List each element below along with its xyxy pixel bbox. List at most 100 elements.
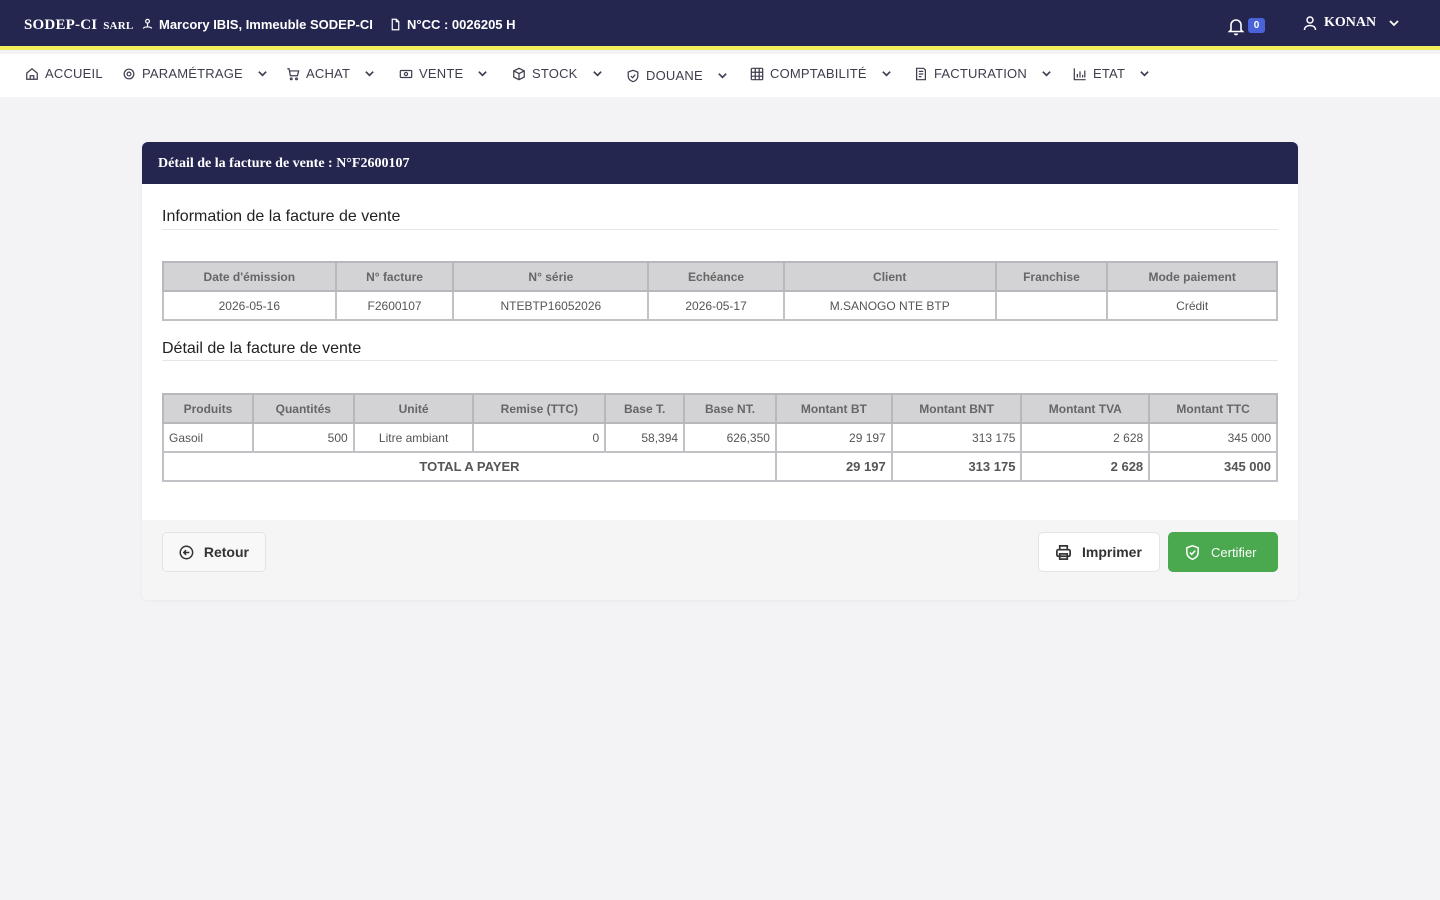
nav-label: PARAMÉTRAGE xyxy=(142,66,243,81)
brand-name: SODEP-CI xyxy=(24,17,98,33)
table-cell: 500 xyxy=(251,422,355,453)
invoice-detail-table: Produits Quantités Unité Remise (TTC) Ba… xyxy=(162,393,1278,482)
location-icon xyxy=(142,18,153,29)
column-header: Remise (TTC) xyxy=(472,393,607,424)
invoice-icon xyxy=(916,67,926,80)
company-address: Marcory IBIS, Immeuble SODEP-CI xyxy=(141,17,373,32)
chevron-down-icon xyxy=(1389,20,1399,27)
total-cell: 29 197 xyxy=(774,451,893,482)
table-cell: F2600107 xyxy=(334,290,455,321)
nav-item-stock[interactable]: STOCK xyxy=(512,66,603,81)
grid-icon xyxy=(750,67,764,80)
table-header-row: Date d'émission N° facture N° série Eché… xyxy=(162,261,1278,292)
chevron-down-icon xyxy=(365,71,374,77)
certify-button-label: Certifier xyxy=(1211,544,1257,560)
invoice-detail-card: Détail de la facture de vente : N°F26001… xyxy=(142,142,1298,600)
printer-icon xyxy=(1056,544,1071,560)
divider xyxy=(162,229,1278,230)
table-cell: 2 628 xyxy=(1020,422,1151,453)
table-cell: 0 xyxy=(472,422,607,453)
column-header: Montant TVA xyxy=(1020,393,1151,424)
detail-section-title: Détail de la facture de vente xyxy=(162,340,362,357)
table-header-row: Produits Quantités Unité Remise (TTC) Ba… xyxy=(162,393,1278,424)
nav-label: COMPTABILITÉ xyxy=(770,66,867,81)
print-button[interactable]: Imprimer xyxy=(1038,532,1160,572)
chart-icon xyxy=(1073,67,1086,80)
home-icon xyxy=(26,67,38,80)
column-header: N° facture xyxy=(334,261,455,292)
column-header: Date d'émission xyxy=(162,261,337,292)
nav-label: STOCK xyxy=(532,66,578,81)
table-cell: M.SANOGO NTE BTP xyxy=(782,290,997,321)
chevron-down-icon xyxy=(258,71,267,77)
user-menu[interactable]: KONAN xyxy=(1302,15,1400,31)
column-header: Client xyxy=(782,261,997,292)
nav-label: VENTE xyxy=(419,66,464,81)
table-cell: 345 000 xyxy=(1148,422,1278,453)
company-ncc: N°CC : 0026205 H xyxy=(389,17,516,32)
box-icon xyxy=(513,67,525,80)
nav-item-achat[interactable]: ACHAT xyxy=(286,66,375,81)
gear-icon xyxy=(123,68,135,79)
column-header: Franchise xyxy=(994,261,1109,292)
nav-item-comptabilite[interactable]: COMPTABILITÉ xyxy=(750,66,892,81)
chevron-down-icon xyxy=(882,71,891,77)
nav-label: ETAT xyxy=(1093,66,1126,81)
print-button-label: Imprimer xyxy=(1082,544,1142,560)
money-icon xyxy=(399,69,413,78)
table-cell: Gasoil xyxy=(162,422,254,453)
invoice-info-table: Date d'émission N° facture N° série Eché… xyxy=(162,261,1278,321)
column-header: Base T. xyxy=(604,393,686,424)
brand-logo: SODEP-CI SARL xyxy=(24,17,133,34)
nav-item-parametrage[interactable]: PARAMÉTRAGE xyxy=(122,66,268,81)
column-header: Montant TTC xyxy=(1148,393,1278,424)
notification-badge: 0 xyxy=(1248,18,1265,33)
table-row: 2026-05-16 F2600107 NTEBTP16052026 2026-… xyxy=(162,290,1278,321)
table-row: Gasoil 500 Litre ambiant 0 58,394 626,35… xyxy=(162,422,1278,453)
nav-label: DOUANE xyxy=(646,68,703,83)
shield-check-icon xyxy=(1186,544,1199,560)
table-cell: Crédit xyxy=(1106,290,1278,321)
bell-icon[interactable] xyxy=(1226,16,1246,36)
column-header: Mode paiement xyxy=(1106,261,1278,292)
nav-label: FACTURATION xyxy=(934,66,1027,81)
back-button-label: Retour xyxy=(203,544,249,560)
table-cell: NTEBTP16052026 xyxy=(452,290,650,321)
nav-item-douane[interactable]: DOUANE xyxy=(626,68,728,83)
card-footer: Retour Imprimer Certifier xyxy=(142,520,1298,600)
total-cell: 313 175 xyxy=(890,451,1023,482)
table-cell: 313 175 xyxy=(890,422,1023,453)
table-cell: 58,394 xyxy=(604,422,686,453)
nav-item-accueil[interactable]: ACCUEIL xyxy=(25,66,103,81)
chevron-down-icon xyxy=(718,73,727,79)
column-header: Montant BNT xyxy=(890,393,1023,424)
total-cell: 2 628 xyxy=(1020,451,1151,482)
column-header: Unité xyxy=(352,393,475,424)
nav-item-facturation[interactable]: FACTURATION xyxy=(914,66,1052,81)
chevron-down-icon xyxy=(478,71,488,77)
column-header: Montant BT xyxy=(774,393,893,424)
column-header: Produits xyxy=(162,393,254,424)
column-header: Echéance xyxy=(647,261,785,292)
ncc-text: N°CC : 0026205 H xyxy=(407,17,516,32)
nav-label: ACHAT xyxy=(306,66,351,81)
document-icon xyxy=(391,18,400,31)
back-button[interactable]: Retour xyxy=(162,532,266,572)
brand-suffix: SARL xyxy=(103,20,134,32)
column-header: Quantités xyxy=(251,393,355,424)
back-arrow-icon xyxy=(179,545,194,559)
nav-label: ACCUEIL xyxy=(45,66,103,81)
shield-icon xyxy=(627,69,639,82)
user-icon xyxy=(1303,16,1317,31)
table-cell xyxy=(994,290,1109,321)
total-label: TOTAL A PAYER xyxy=(162,451,777,482)
main-nav: ACCUEIL PARAMÉTRAGE ACHAT VENTE STOCK DO… xyxy=(0,54,1440,97)
certify-button[interactable]: Certifier xyxy=(1168,532,1278,572)
nav-item-etat[interactable]: ETAT xyxy=(1073,66,1150,81)
table-cell: 2026-05-17 xyxy=(647,290,785,321)
nav-item-vente[interactable]: VENTE xyxy=(399,66,488,81)
table-cell: 29 197 xyxy=(774,422,893,453)
table-cell: Litre ambiant xyxy=(352,422,475,453)
total-cell: 345 000 xyxy=(1148,451,1278,482)
divider xyxy=(162,360,1278,361)
